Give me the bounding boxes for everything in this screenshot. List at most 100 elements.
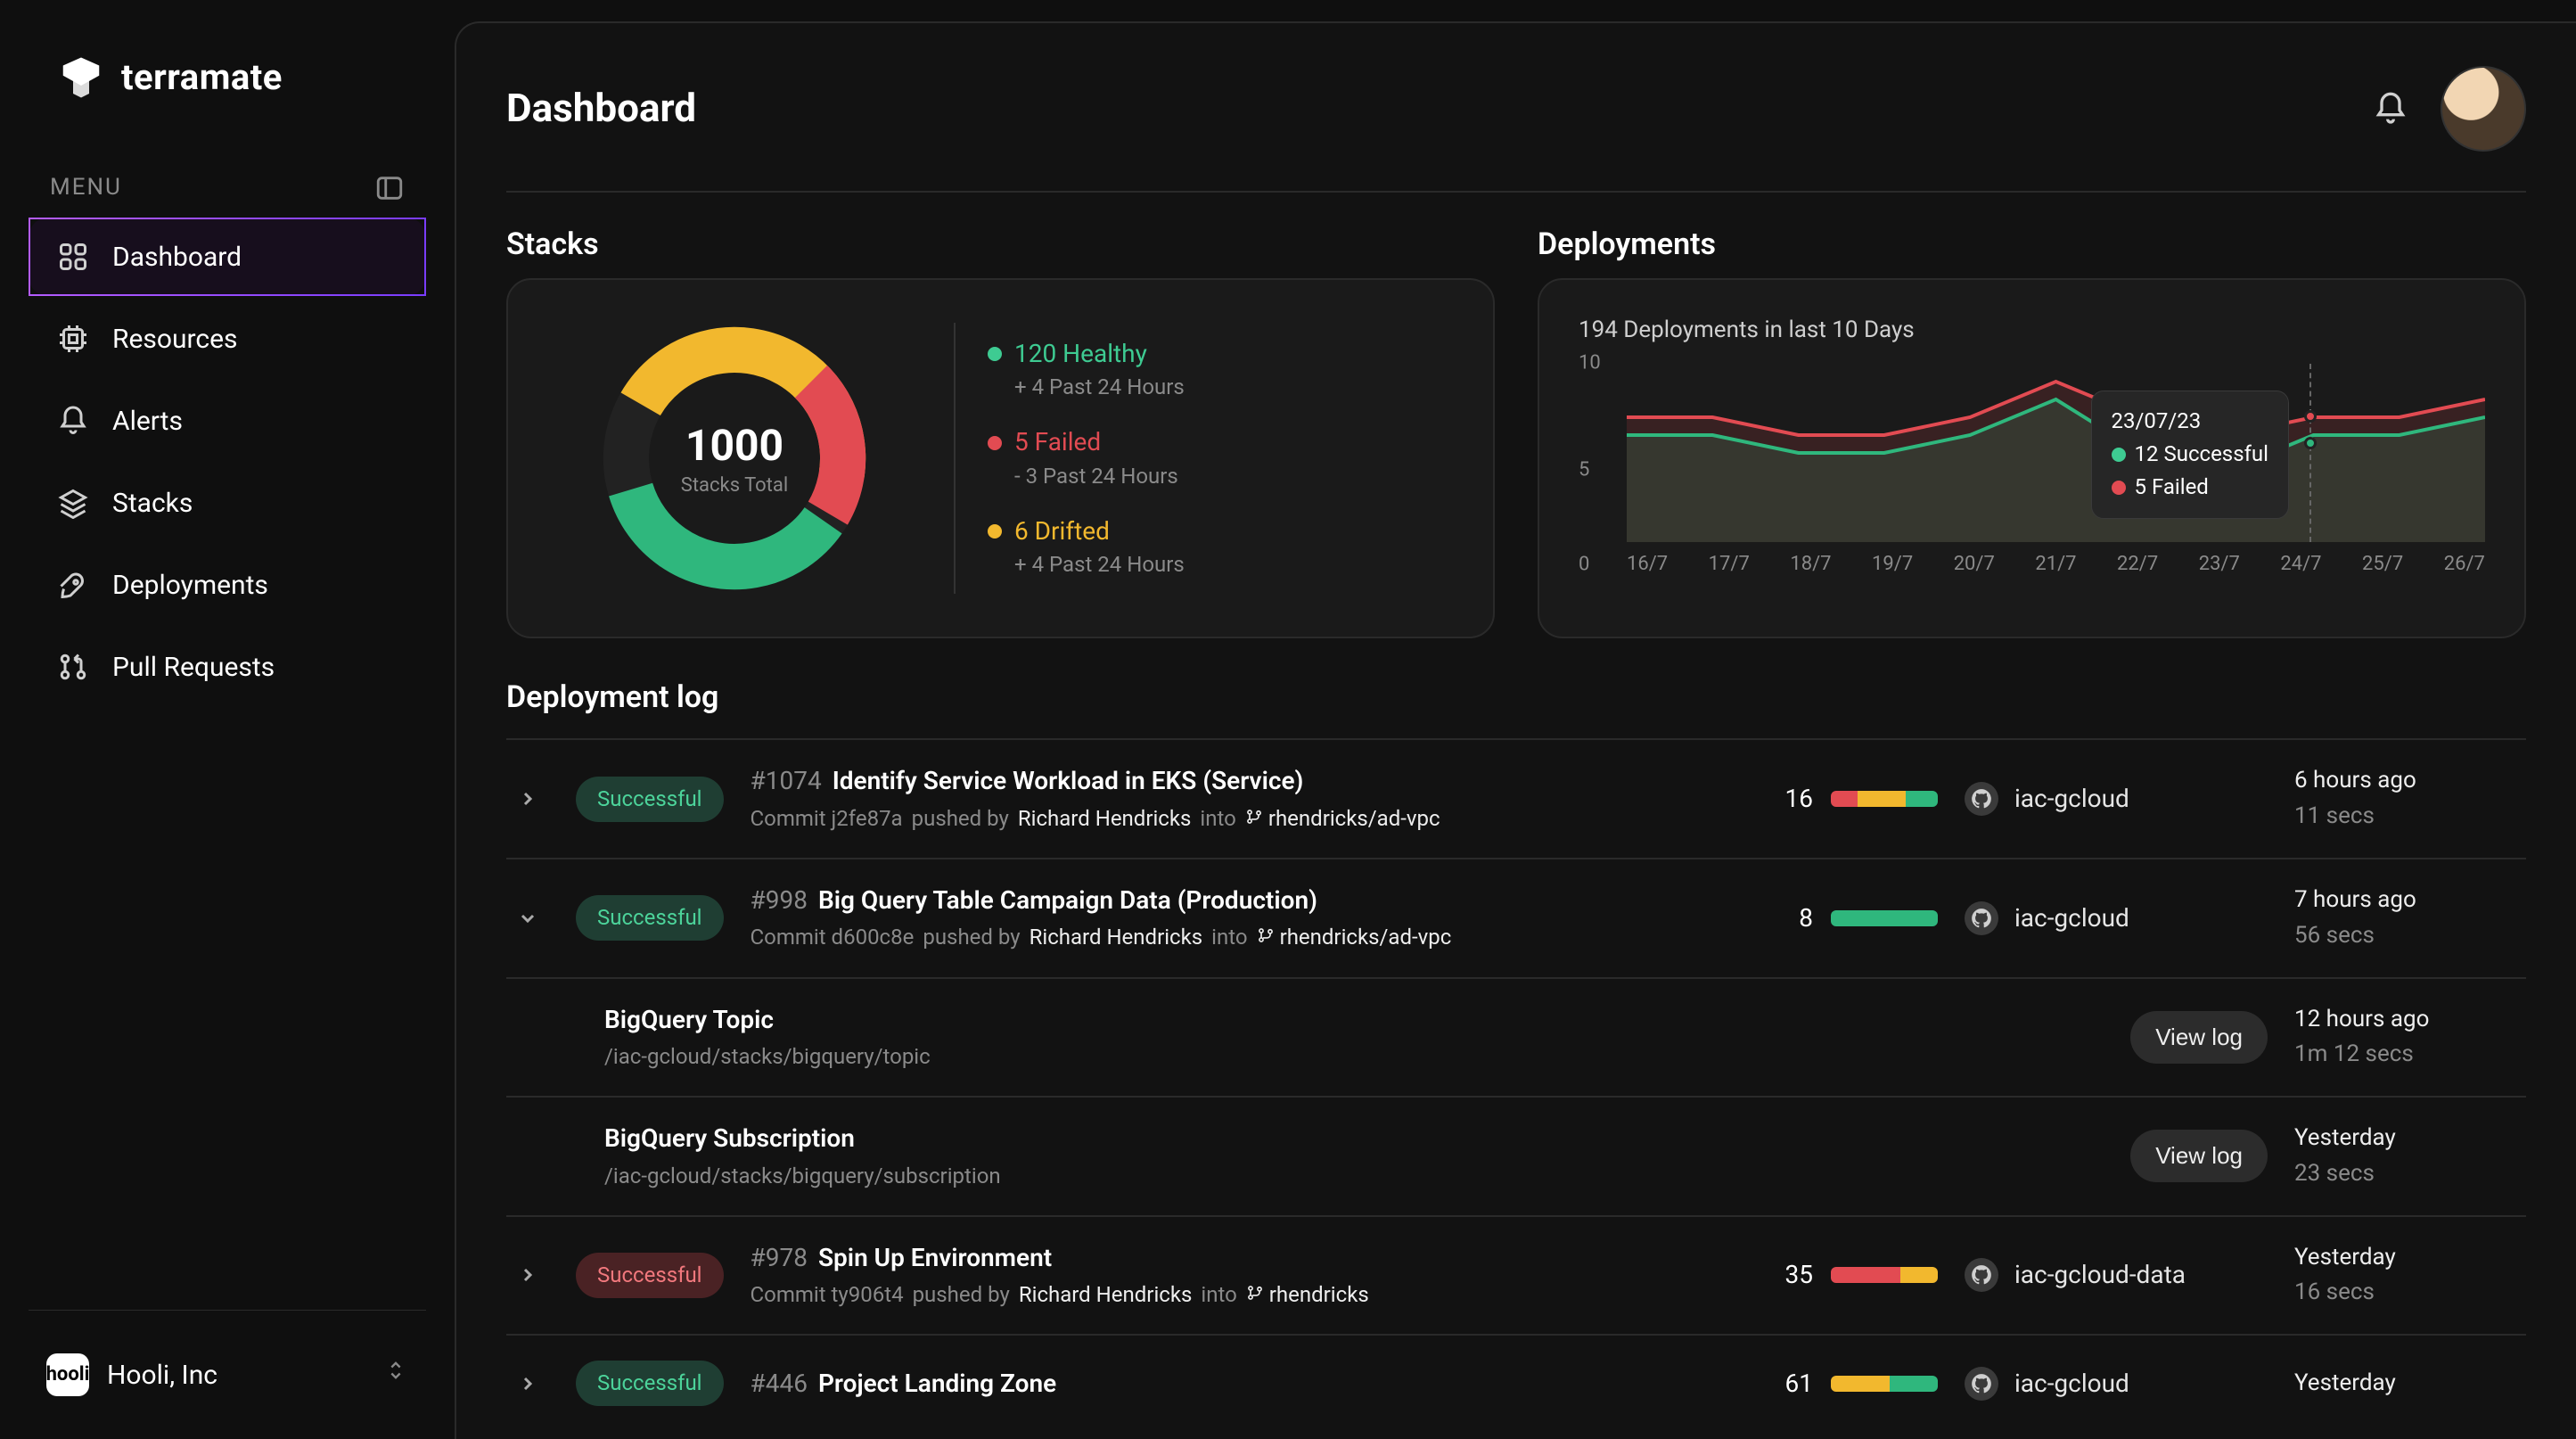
legend-label: 120 Healthy [1014, 338, 1147, 370]
branch-icon [1245, 805, 1263, 833]
org-switcher[interactable]: hooli Hooli, Inc [29, 1346, 426, 1403]
legend-sub: - 3 Past 24 Hours [988, 463, 1185, 490]
log-duration: 16 secs [2294, 1278, 2526, 1308]
deployments-card: 194 Deployments in last 10 Days 10 5 0 2… [1538, 278, 2526, 638]
log-id: #1074 [751, 766, 822, 795]
sidebar-item-alerts[interactable]: Alerts [29, 382, 426, 460]
x-tick: 18/7 [1790, 552, 1831, 578]
stacks-total-label: Stacks Total [681, 473, 788, 499]
status-bar [1831, 1376, 1938, 1392]
collapse-sidebar-icon[interactable] [374, 173, 405, 203]
status-badge: Successful [576, 1253, 724, 1298]
legend-dot-icon [988, 524, 1002, 539]
legend-dot-icon [988, 436, 1002, 450]
branch-icon [1246, 1281, 1264, 1309]
avatar[interactable] [2441, 66, 2526, 152]
deployments-subtitle: 194 Deployments in last 10 Days [1579, 316, 2485, 346]
repo-name: iac-gcloud [2014, 783, 2129, 815]
view-log-button[interactable]: View log [2130, 1011, 2268, 1064]
log-subrow: BigQuery Subscription /iac-gcloud/stacks… [506, 1096, 2526, 1215]
sidebar-item-label: Stacks [112, 486, 193, 521]
log-time-ago: Yesterday [2294, 1123, 2526, 1154]
github-icon [1965, 1258, 1998, 1292]
log-row: Successful #446Project Landing Zone 61 i… [506, 1334, 2526, 1431]
x-tick: 21/7 [2035, 552, 2076, 578]
log-title: Big Query Table Campaign Data (Productio… [818, 885, 1317, 915]
repo-link[interactable]: iac-gcloud-data [1965, 1258, 2268, 1292]
x-tick: 26/7 [2444, 552, 2485, 578]
legend-row: 5 Failed - 3 Past 24 Hours [988, 426, 1185, 490]
legend-row: 120 Healthy + 4 Past 24 Hours [988, 338, 1185, 402]
expand-row-icon[interactable] [506, 788, 549, 810]
sidebar-item-pull-requests[interactable]: Pull Requests [29, 628, 426, 706]
expand-row-icon[interactable] [506, 1373, 549, 1394]
status-bar [1831, 910, 1938, 926]
bell-icon [55, 403, 91, 439]
chart-marker-line [2309, 364, 2311, 542]
stacks-donut-chart: 1000 Stacks Total [592, 316, 877, 601]
log-count: 8 [1799, 902, 1813, 934]
stacks-card: 1000 Stacks Total 120 Healthy + 4 Past 24… [506, 278, 1495, 638]
log-sub-title: BigQuery Subscription [604, 1122, 2104, 1155]
brand[interactable]: terramate [29, 53, 426, 102]
log-time-ago: 12 hours ago [2294, 1005, 2526, 1035]
log-title: Project Landing Zone [818, 1369, 1056, 1398]
repo-link[interactable]: iac-gcloud [1965, 1367, 2268, 1401]
x-tick: 23/7 [2199, 552, 2240, 578]
log-sub-title: BigQuery Topic [604, 1004, 2104, 1036]
sidebar-item-resources[interactable]: Resources [29, 300, 426, 378]
legend-dot-icon [988, 347, 1002, 361]
layers-icon [55, 485, 91, 521]
sidebar-item-stacks[interactable]: Stacks [29, 464, 426, 542]
log-row: Successful #978Spin Up Environment Commi… [506, 1215, 2526, 1335]
commit-branch: rhendricks/ad-vpc [1245, 805, 1440, 833]
status-bar [1831, 1267, 1938, 1283]
stacks-heading: Stacks [506, 225, 1495, 264]
x-tick: 24/7 [2280, 552, 2321, 578]
legend-sub: + 4 Past 24 Hours [988, 374, 1185, 401]
repo-link[interactable]: iac-gcloud [1965, 901, 2268, 935]
log-time-ago: Yesterday [2294, 1243, 2526, 1273]
log-row: Successful #998Big Query Table Campaign … [506, 858, 2526, 977]
expand-row-icon[interactable] [506, 1264, 549, 1286]
log-time-ago: Yesterday [2294, 1369, 2526, 1399]
chart-marker-point-green [2304, 437, 2317, 449]
commit-author: Richard Hendricks [1019, 1281, 1193, 1309]
log-duration: 1m 12 secs [2294, 1040, 2526, 1070]
sidebar-item-dashboard[interactable]: Dashboard [29, 218, 426, 296]
sidebar-item-label: Alerts [112, 404, 183, 439]
github-icon [1965, 901, 1998, 935]
y-tick: 0 [1579, 552, 1589, 578]
view-log-button[interactable]: View log [2130, 1130, 2268, 1182]
log-title: Identify Service Workload in EKS (Servic… [833, 766, 1304, 795]
org-name: Hooli, Inc [107, 1358, 365, 1393]
chart-marker-point-red [2304, 410, 2317, 423]
org-logo-icon: hooli [46, 1353, 89, 1396]
tooltip-row: 12 Successful [2135, 440, 2268, 468]
repo-name: iac-gcloud-data [2014, 1259, 2186, 1291]
repo-link[interactable]: iac-gcloud [1965, 782, 2268, 816]
stacks-total-value: 1000 [685, 418, 783, 473]
expand-row-icon[interactable] [506, 908, 549, 929]
log-title: Spin Up Environment [818, 1243, 1052, 1272]
legend-label: 5 Failed [1014, 426, 1101, 458]
notifications-icon[interactable] [2373, 91, 2408, 127]
log-id: #978 [751, 1243, 808, 1272]
sidebar-item-deployments[interactable]: Deployments [29, 546, 426, 624]
commit-hash: Commit d600c8e [751, 924, 915, 951]
log-sub-path: /iac-gcloud/stacks/bigquery/subscription [604, 1163, 2104, 1190]
chevron-up-down-icon [383, 1358, 408, 1391]
commit-author: Richard Hendricks [1030, 924, 1203, 951]
sidebar-item-label: Resources [112, 322, 238, 357]
log-duration: 56 secs [2294, 921, 2526, 951]
log-id: #998 [751, 885, 808, 915]
x-tick: 19/7 [1872, 552, 1913, 578]
branch-icon [1257, 924, 1275, 951]
status-badge: Successful [576, 777, 724, 822]
pull-request-icon [55, 649, 91, 685]
sidebar-item-label: Deployments [112, 568, 268, 603]
y-tick: 10 [1579, 351, 1601, 377]
nav: Dashboard Resources Alerts Stacks Deployment… [29, 218, 426, 706]
tooltip-row: 5 Failed [2135, 473, 2209, 501]
log-count: 35 [1785, 1259, 1813, 1291]
